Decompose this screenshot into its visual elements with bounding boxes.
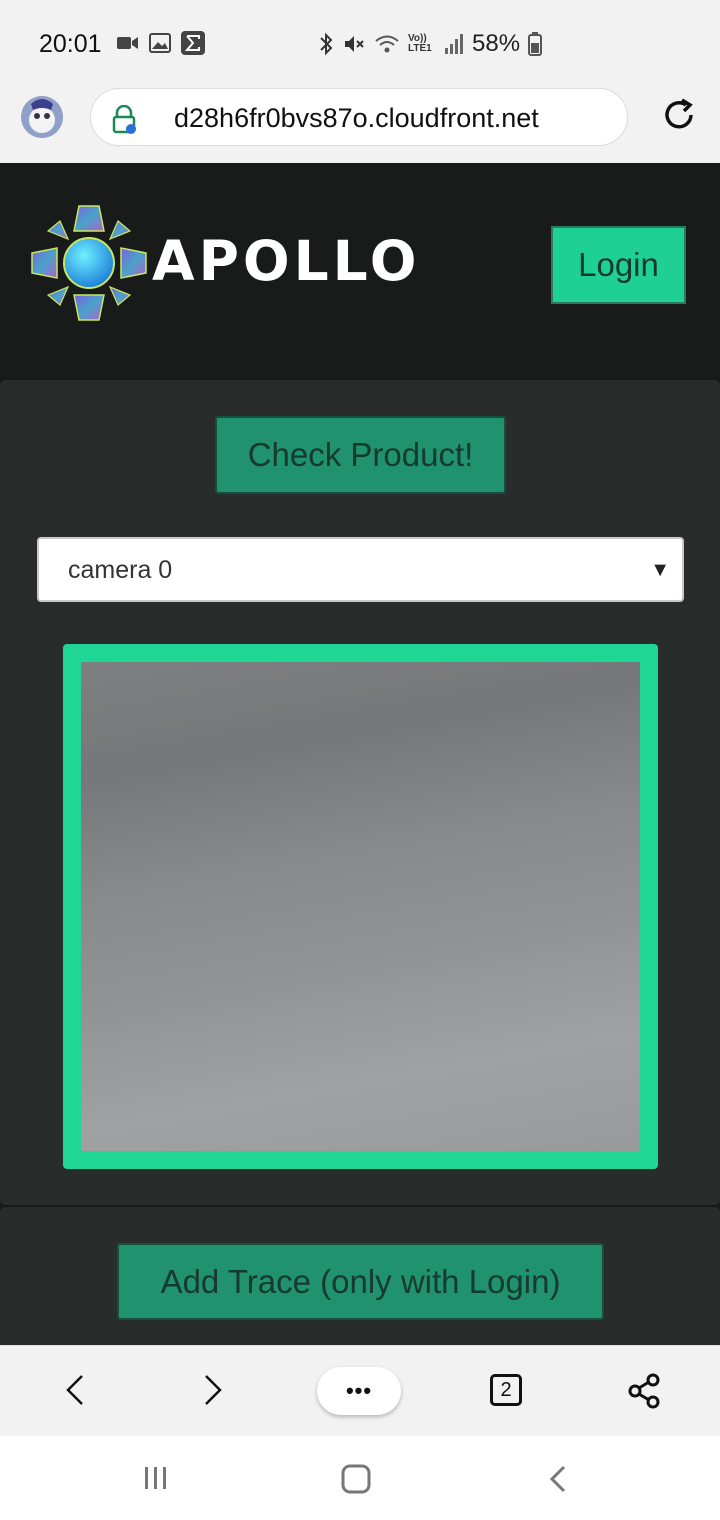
battery-percent: 58% — [472, 30, 521, 57]
home-icon[interactable] — [340, 1464, 372, 1494]
browser-toolbar: ••• 2 — [0, 1345, 720, 1436]
web-page: APOLLO Login Check Product! camera 0 ▼ A… — [0, 163, 720, 1345]
login-button[interactable]: Login — [551, 226, 686, 304]
camera-feed — [81, 662, 640, 1151]
check-product-button[interactable]: Check Product! — [215, 416, 506, 494]
signal-icon — [445, 34, 463, 54]
add-trace-button[interactable]: Add Trace (only with Login) — [117, 1243, 604, 1320]
camera-frame — [63, 644, 658, 1169]
chevron-down-icon: ▼ — [650, 559, 670, 581]
url-bar[interactable]: d28h6fr0bvs87o.cloudfront.net — [90, 88, 628, 146]
scanner-card: Check Product! camera 0 ▼ — [0, 380, 720, 1205]
address-bar: d28h6fr0bvs87o.cloudfront.net — [0, 86, 720, 163]
sigma-icon — [181, 31, 205, 55]
image-icon — [149, 33, 171, 53]
system-nav-bar — [0, 1436, 720, 1520]
url-text: d28h6fr0bvs87o.cloudfront.net — [174, 103, 539, 133]
avatar[interactable] — [21, 96, 63, 138]
network-label: Vo)) LTE1 — [408, 33, 432, 54]
forward-icon[interactable] — [200, 1368, 228, 1412]
share-icon[interactable] — [627, 1373, 661, 1409]
bluetooth-icon — [320, 32, 333, 56]
brand-name: APOLLO — [152, 229, 421, 293]
mute-icon — [345, 36, 364, 52]
battery-icon — [528, 32, 543, 56]
video-icon — [117, 37, 138, 49]
tabs-button[interactable]: 2 — [490, 1374, 522, 1406]
apollo-logo-icon — [31, 205, 147, 321]
reload-icon[interactable] — [660, 96, 698, 134]
lock-icon — [112, 105, 136, 134]
recents-icon[interactable] — [142, 1464, 170, 1492]
status-bar: 20:01 Vo)) LTE1 58% — [0, 0, 720, 86]
status-time: 20:01 — [39, 30, 102, 58]
trace-card: Add Trace (only with Login) — [0, 1207, 720, 1345]
back-icon[interactable] — [60, 1368, 88, 1412]
camera-select[interactable]: camera 0 ▼ — [37, 537, 684, 602]
tab-count: 2 — [490, 1374, 522, 1406]
wifi-icon — [375, 35, 399, 53]
menu-button[interactable]: ••• — [317, 1367, 401, 1415]
camera-select-value: camera 0 — [68, 556, 173, 584]
site-header: APOLLO Login — [0, 163, 720, 378]
nav-back-icon[interactable] — [546, 1464, 570, 1494]
